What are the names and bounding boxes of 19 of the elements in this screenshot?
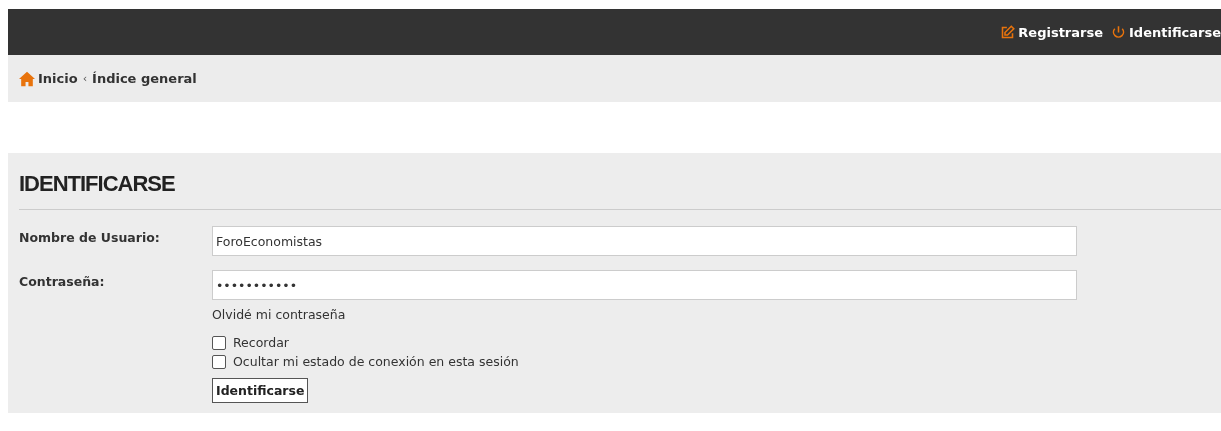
forgot-password-link[interactable]: Olvidé mi contraseña — [212, 307, 346, 322]
checkbox[interactable] — [212, 335, 226, 350]
power-icon — [1111, 24, 1127, 40]
register-link[interactable]: Registrarse — [1000, 24, 1104, 40]
submit-button[interactable]: Identificarse — [212, 378, 309, 403]
edit-icon — [1000, 24, 1016, 40]
home-icon — [18, 70, 36, 87]
checkbox[interactable] — [212, 354, 226, 369]
panel-title: IDENTIFICARSE — [19, 171, 1221, 210]
field-label: Contraseña: — [19, 273, 106, 291]
breadcrumb-separator: ‹ — [82, 72, 88, 85]
password-field[interactable]: ••••••••••• — [212, 270, 1077, 300]
field-label: Nombre de Usuario: — [19, 229, 161, 247]
breadcrumb-link[interactable]: Índice general — [92, 71, 197, 86]
checkbox-label: Recordar — [233, 335, 289, 350]
username-field[interactable]: ForoEconomistas — [212, 226, 1077, 256]
home-link[interactable]: Inicio — [18, 70, 78, 87]
checkbox-label: Ocultar mi estado de conexión en esta sesión — [233, 354, 519, 369]
login-link[interactable]: Identificarse — [1111, 24, 1221, 40]
